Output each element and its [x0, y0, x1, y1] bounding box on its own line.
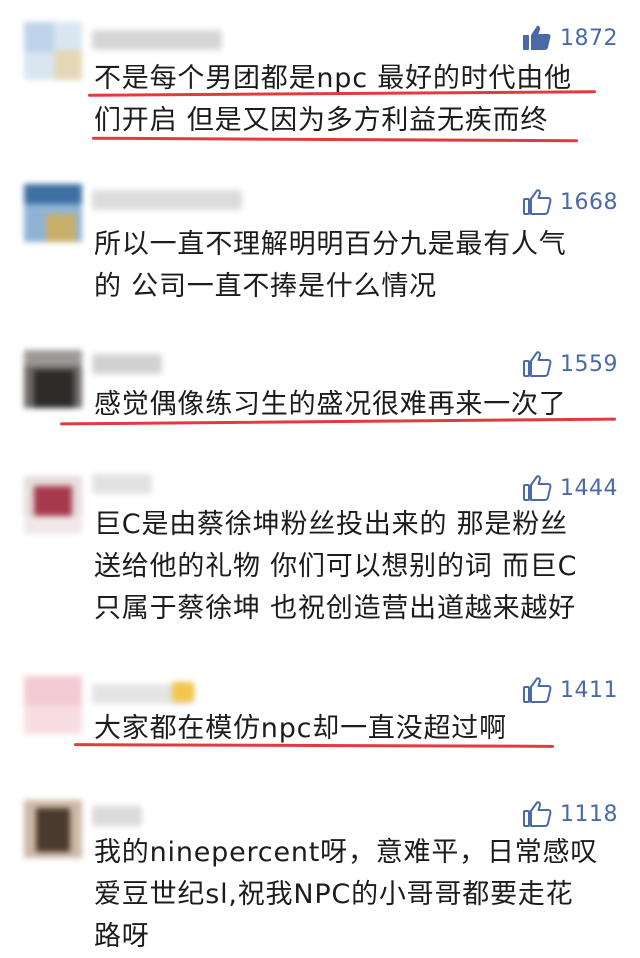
comment-text: 所以一直不理解明明百分九是最有人气 的 公司一直不捧是什么情况: [94, 229, 567, 302]
comment-text: 我的ninepercent呀，意难平，日常感叹 爱豆世纪sl,祝我NPC的小哥哥…: [94, 837, 599, 952]
username-redacted[interactable]: [92, 474, 152, 494]
thumbs-up-outline-icon: [523, 475, 552, 501]
avatar[interactable]: [24, 476, 82, 534]
like-count: 1411: [560, 677, 618, 703]
thumbs-up-outline-icon: [523, 189, 552, 215]
thumbs-up-outline-icon: [523, 677, 552, 703]
avatar[interactable]: [24, 350, 82, 408]
avatar[interactable]: [24, 676, 82, 734]
like-count: 1118: [560, 801, 618, 827]
username-redacted[interactable]: [92, 190, 242, 210]
like-button[interactable]: 1444: [522, 472, 618, 504]
thumbs-up-outline-icon: [523, 351, 552, 377]
like-button[interactable]: 1118: [522, 798, 618, 830]
username-redacted[interactable]: [92, 354, 162, 374]
avatar[interactable]: [24, 22, 82, 80]
comment-item: 1118 我的ninepercent呀，意难平，日常感叹 爱豆世纪sl,祝我NP…: [0, 784, 640, 952]
comment-text: 不是每个男团都是npc 最好的时代由他 们开启 但是又因为多方利益无疾而终: [94, 63, 572, 136]
comment-item: 1668 所以一直不理解明明百分九是最有人气 的 公司一直不捧是什么情况: [0, 160, 640, 330]
like-count: 1559: [560, 351, 618, 377]
comment-text: 巨C是由蔡徐坤粉丝投出来的 那是粉丝 送给他的礼物 你们可以想别的词 而巨C 只…: [94, 509, 578, 624]
like-count: 1444: [560, 475, 618, 501]
like-button[interactable]: 1872: [522, 22, 618, 54]
thumbs-up-filled-icon: [523, 25, 551, 50]
avatar[interactable]: [24, 184, 82, 242]
username-badge-redacted: [172, 682, 194, 702]
avatar[interactable]: [24, 800, 82, 858]
comment-item: 1872 不是每个男团都是npc 最好的时代由他 们开启 但是又因为多方利益无疾…: [0, 0, 640, 160]
like-count: 1668: [560, 189, 618, 215]
comment-item: 1444 巨C是由蔡徐坤粉丝投出来的 那是粉丝 送给他的礼物 你们可以想别的词 …: [0, 452, 640, 662]
like-button[interactable]: 1411: [522, 674, 618, 706]
like-count: 1872: [560, 25, 618, 51]
comment-item: 1411 大家都在模仿npc却一直没超过啊: [0, 662, 640, 784]
comment-item: 1559 感觉偶像练习生的盛况很难再来一次了: [0, 330, 640, 452]
username-redacted[interactable]: [92, 806, 142, 826]
thumbs-up-outline-icon: [523, 801, 552, 827]
like-button[interactable]: 1668: [522, 186, 618, 218]
username-redacted[interactable]: [92, 30, 222, 50]
like-button[interactable]: 1559: [522, 348, 618, 380]
